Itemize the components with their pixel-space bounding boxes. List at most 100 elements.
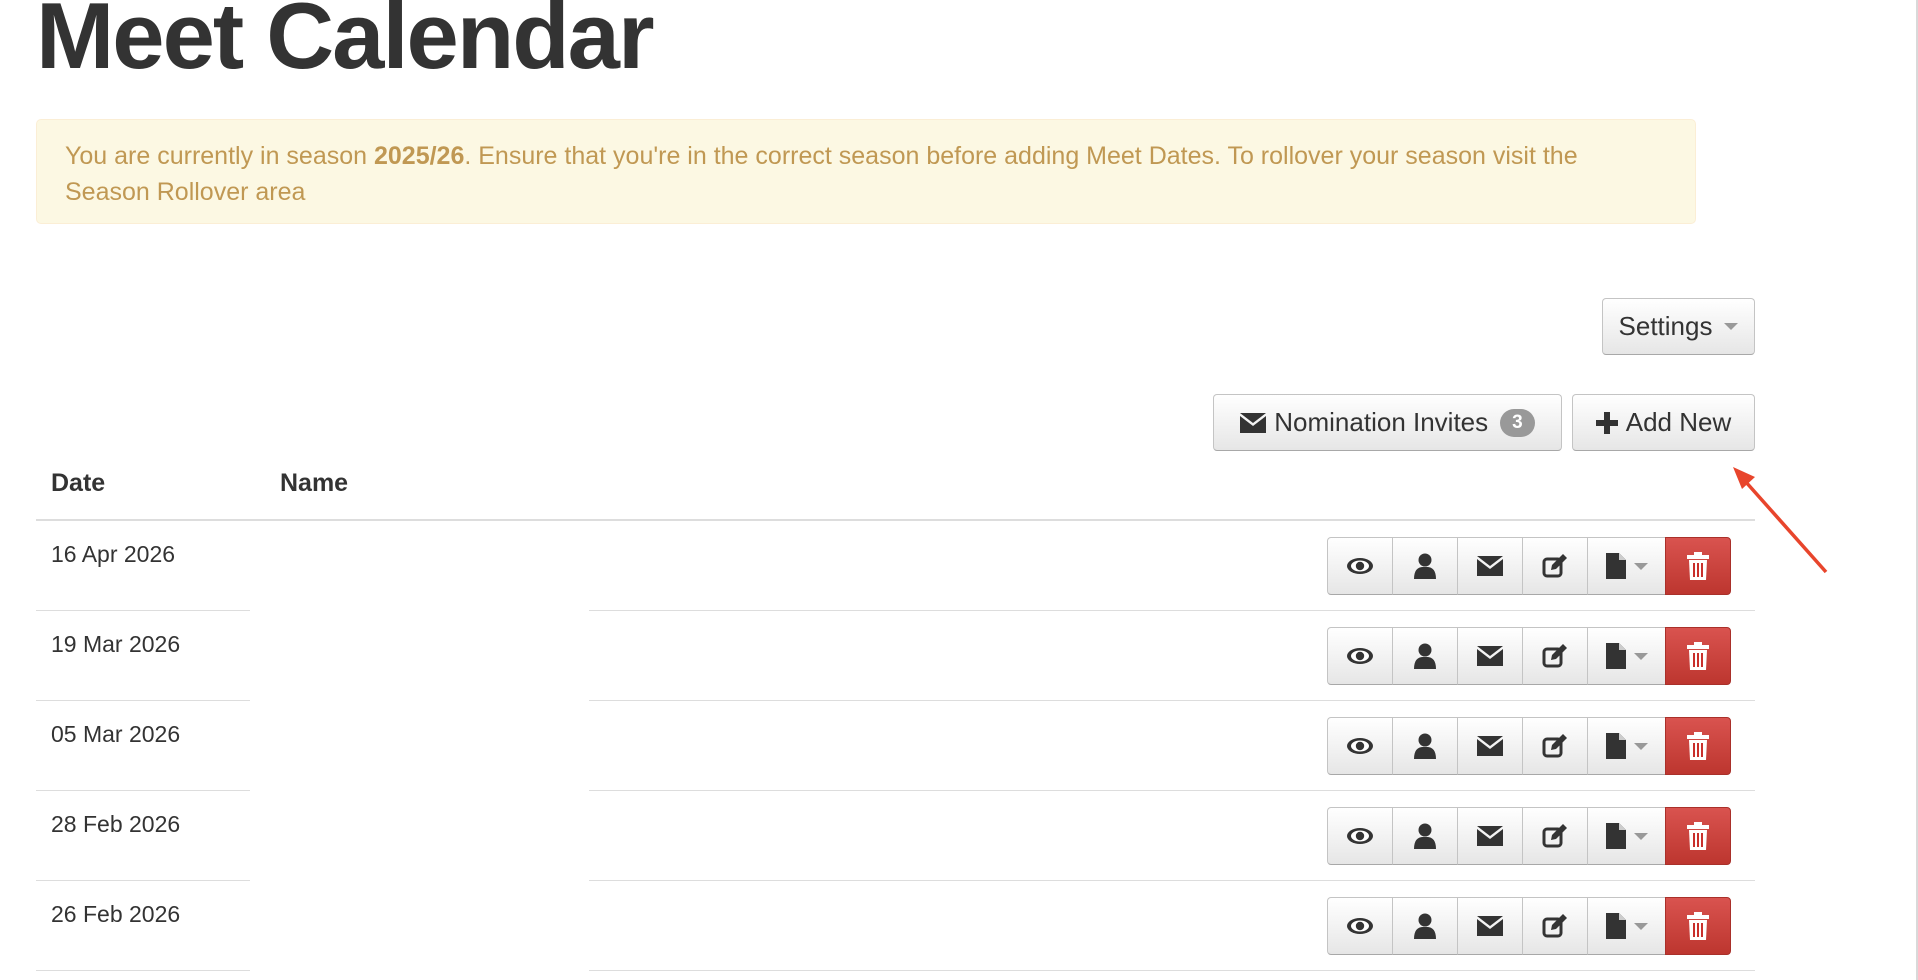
row-divider <box>36 790 250 791</box>
edit-icon <box>1542 644 1568 668</box>
email-button[interactable] <box>1457 807 1523 865</box>
view-button[interactable] <box>1327 897 1393 955</box>
row-action-buttons <box>1327 627 1731 685</box>
members-button[interactable] <box>1392 807 1458 865</box>
row-divider <box>36 880 250 881</box>
user-icon <box>1413 643 1437 669</box>
delete-button[interactable] <box>1665 807 1731 865</box>
trash-icon <box>1686 822 1710 850</box>
red-arrow <box>1733 467 1828 574</box>
file-menu-button[interactable] <box>1587 627 1666 685</box>
user-icon <box>1413 823 1437 849</box>
envelope-icon <box>1477 736 1503 756</box>
file-icon <box>1605 643 1626 669</box>
eye-icon <box>1346 827 1374 845</box>
row-date: 28 Feb 2026 <box>51 811 181 837</box>
page-title: Meet Calendar <box>36 0 655 88</box>
delete-button[interactable] <box>1665 717 1731 775</box>
edit-button[interactable] <box>1522 897 1588 955</box>
row-action-buttons <box>1327 717 1731 775</box>
eye-icon <box>1346 917 1374 935</box>
row-divider <box>589 970 1755 971</box>
file-menu-button[interactable] <box>1587 897 1666 955</box>
trash-icon <box>1686 732 1710 760</box>
edit-button[interactable] <box>1522 807 1588 865</box>
file-menu-button[interactable] <box>1587 717 1666 775</box>
nomination-count-badge: 3 <box>1500 408 1535 437</box>
members-button[interactable] <box>1392 627 1458 685</box>
user-icon <box>1413 733 1437 759</box>
row-date: 05 Mar 2026 <box>51 721 181 747</box>
chevron-down-icon <box>1633 742 1648 750</box>
edit-button[interactable] <box>1522 627 1588 685</box>
row-divider <box>589 610 1755 611</box>
nomination-invites-button[interactable]: Nomination Invites 3 <box>1213 394 1562 451</box>
alert-season: 2025/26 <box>373 142 465 170</box>
eye-icon <box>1346 647 1374 665</box>
file-menu-button[interactable] <box>1587 537 1666 595</box>
table-header-divider <box>36 519 1755 521</box>
row-date: 16 Apr 2026 <box>51 541 176 567</box>
email-button[interactable] <box>1457 627 1523 685</box>
email-button[interactable] <box>1457 717 1523 775</box>
row-action-buttons <box>1327 807 1731 865</box>
nomination-invites-label: Nomination Invites <box>1274 407 1489 437</box>
add-new-button[interactable]: Add New <box>1572 394 1755 451</box>
column-header-name: Name <box>280 469 349 497</box>
file-icon <box>1605 823 1626 849</box>
members-button[interactable] <box>1392 537 1458 595</box>
trash-icon <box>1686 912 1710 940</box>
season-alert: You are currently in season 2025/26. Ens… <box>36 119 1696 224</box>
chevron-down-icon <box>1633 652 1648 660</box>
alert-text-prefix: You are currently in season <box>65 142 374 170</box>
user-icon <box>1413 913 1437 939</box>
file-menu-button[interactable] <box>1587 807 1666 865</box>
view-button[interactable] <box>1327 807 1393 865</box>
row-divider <box>589 700 1755 701</box>
settings-button[interactable]: Settings <box>1602 298 1755 355</box>
view-button[interactable] <box>1327 627 1393 685</box>
delete-button[interactable] <box>1665 897 1731 955</box>
email-button[interactable] <box>1457 897 1523 955</box>
chevron-down-icon <box>1724 323 1739 330</box>
file-icon <box>1605 913 1626 939</box>
envelope-icon <box>1240 412 1267 433</box>
edit-icon <box>1542 914 1568 938</box>
add-new-label: Add New <box>1625 407 1732 437</box>
row-action-buttons <box>1327 897 1731 955</box>
delete-button[interactable] <box>1665 537 1731 595</box>
email-button[interactable] <box>1457 537 1523 595</box>
row-date: 26 Feb 2026 <box>51 901 181 927</box>
envelope-icon <box>1477 646 1503 666</box>
view-button[interactable] <box>1327 717 1393 775</box>
chevron-down-icon <box>1633 922 1648 930</box>
eye-icon <box>1346 557 1374 575</box>
column-header-date: Date <box>51 469 106 497</box>
user-icon <box>1413 553 1437 579</box>
view-button[interactable] <box>1327 537 1393 595</box>
row-divider <box>589 790 1755 791</box>
settings-label: Settings <box>1618 311 1713 341</box>
row-divider <box>36 700 250 701</box>
row-divider <box>36 970 250 971</box>
plus-icon <box>1595 411 1618 434</box>
envelope-icon <box>1477 826 1503 846</box>
delete-button[interactable] <box>1665 627 1731 685</box>
file-icon <box>1605 553 1626 579</box>
row-action-buttons <box>1327 537 1731 595</box>
envelope-icon <box>1477 916 1503 936</box>
trash-icon <box>1686 642 1710 670</box>
members-button[interactable] <box>1392 897 1458 955</box>
edit-icon <box>1542 734 1568 758</box>
page: Meet Calendar You are currently in seaso… <box>0 0 1918 980</box>
chevron-down-icon <box>1633 832 1648 840</box>
edit-button[interactable] <box>1522 717 1588 775</box>
members-button[interactable] <box>1392 717 1458 775</box>
envelope-icon <box>1477 556 1503 576</box>
edit-icon <box>1542 824 1568 848</box>
chevron-down-icon <box>1633 562 1648 570</box>
row-date: 19 Mar 2026 <box>51 631 181 657</box>
eye-icon <box>1346 737 1374 755</box>
file-icon <box>1605 733 1626 759</box>
edit-button[interactable] <box>1522 537 1588 595</box>
